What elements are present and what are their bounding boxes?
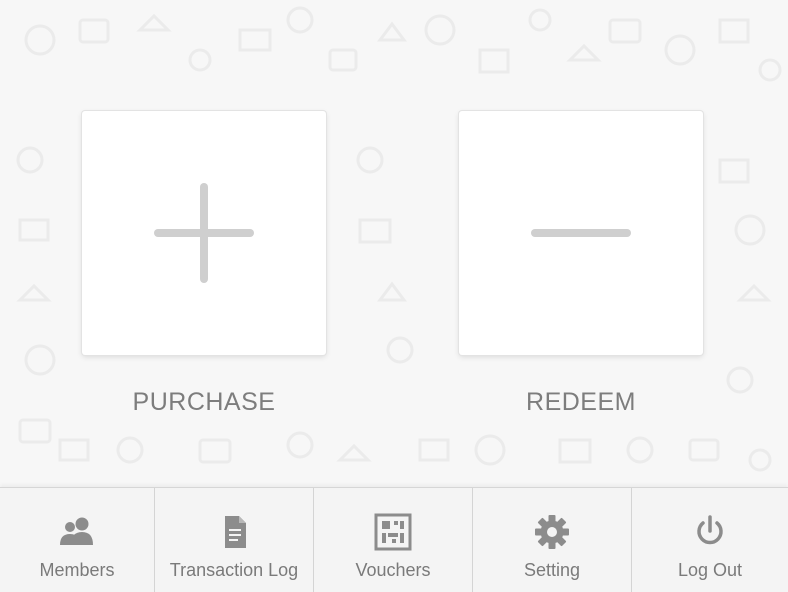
plus-icon <box>154 183 254 283</box>
members-icon <box>57 512 97 552</box>
nav-item-setting[interactable]: Setting <box>473 488 632 592</box>
redeem-button[interactable] <box>459 111 703 355</box>
gear-icon <box>532 512 572 552</box>
bottom-navigation: Members Transaction Log Vouchers Setting… <box>0 487 788 592</box>
purchase-label: PURCHASE <box>132 388 276 416</box>
nav-label-members: Members <box>39 560 115 580</box>
nav-item-vouchers[interactable]: Vouchers <box>314 488 473 592</box>
purchase-button[interactable] <box>82 111 326 355</box>
nav-label-setting: Setting <box>523 560 581 580</box>
document-icon <box>214 512 254 552</box>
power-icon <box>690 512 730 552</box>
redeem-label: REDEEM <box>526 388 636 416</box>
minus-icon <box>531 229 631 237</box>
nav-item-transaction-log[interactable]: Transaction Log <box>155 488 314 592</box>
qr-code-icon <box>373 512 413 552</box>
nav-item-log-out[interactable]: Log Out <box>632 488 788 592</box>
nav-item-members[interactable]: Members <box>0 488 155 592</box>
nav-label-vouchers: Vouchers <box>355 560 431 580</box>
nav-label-transaction-log: Transaction Log <box>169 560 299 580</box>
nav-label-log-out: Log Out <box>677 560 743 580</box>
